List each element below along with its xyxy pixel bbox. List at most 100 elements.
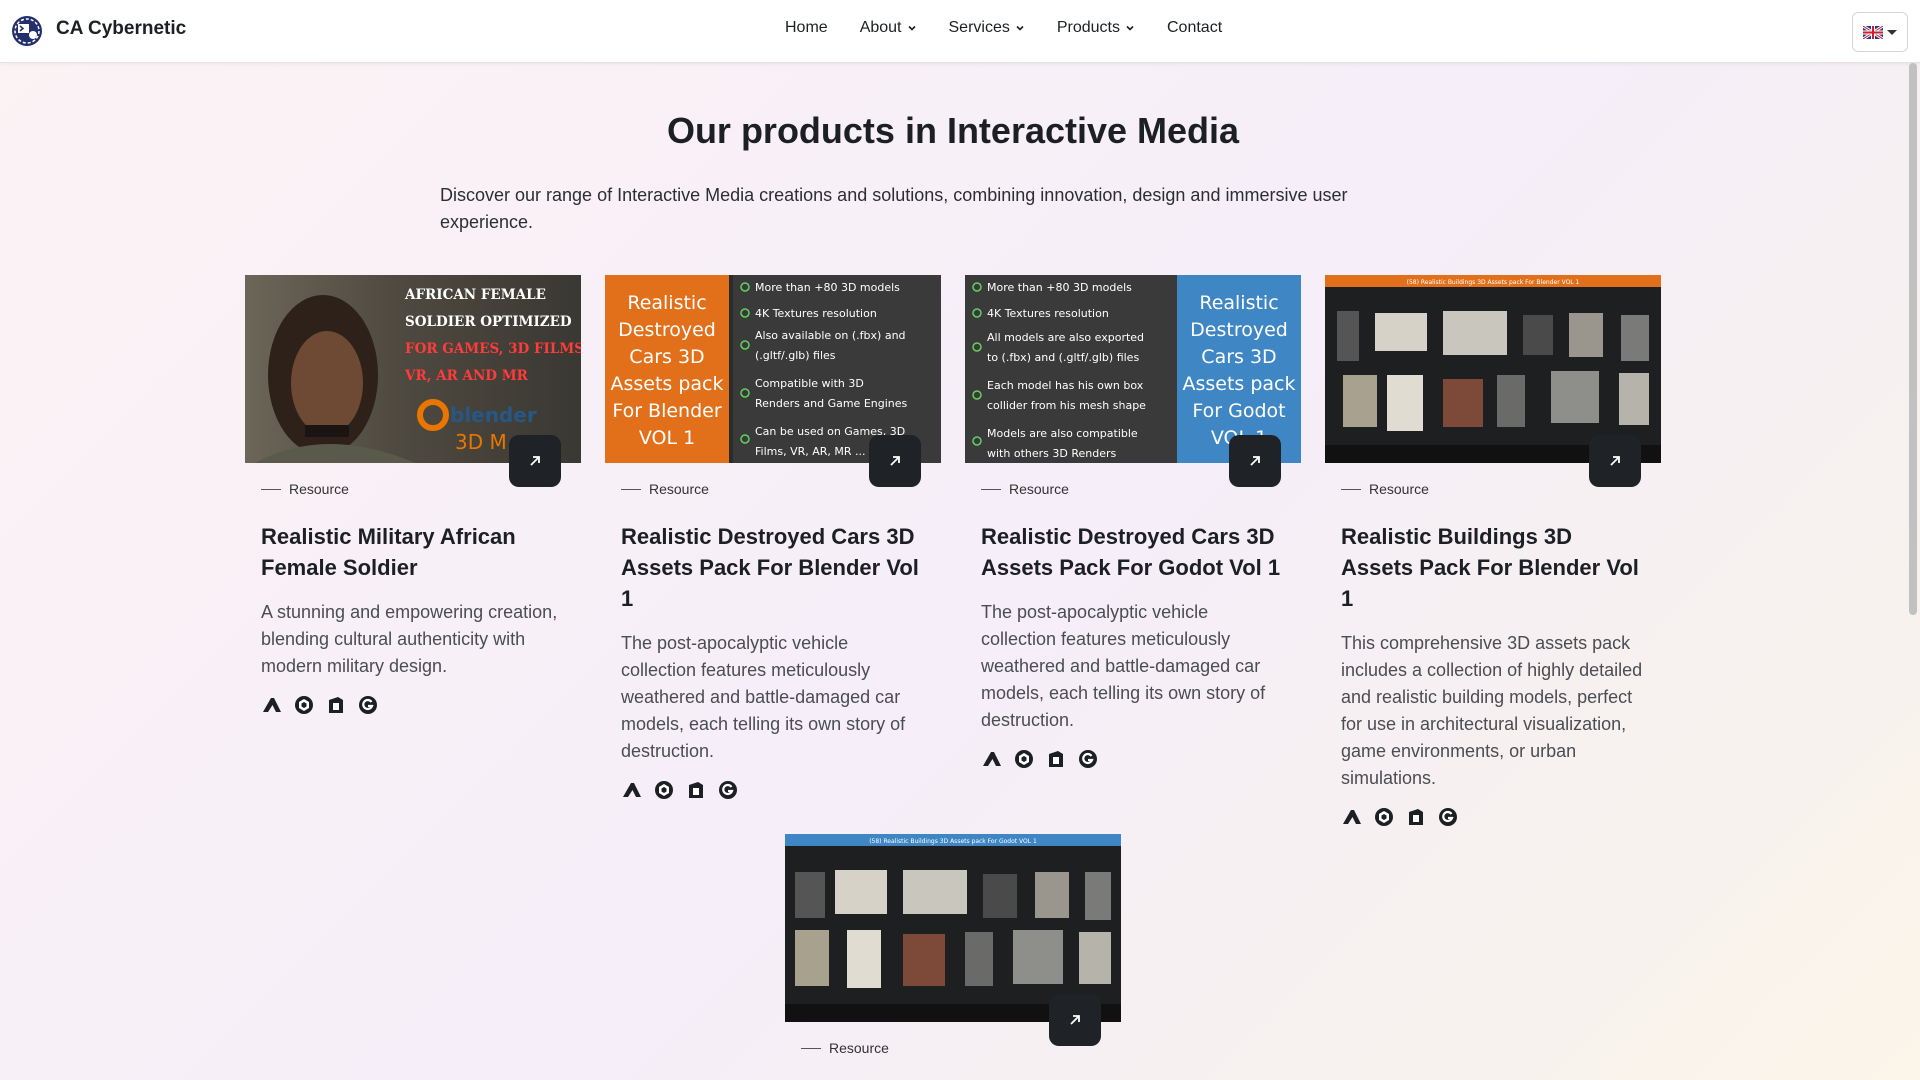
box-icon: [329, 697, 343, 713]
caret-down-icon: [1887, 29, 1897, 35]
thumb-banner: (58) Realistic Buildings 3D Assets pack …: [869, 838, 1037, 845]
thumb-line-3: FOR GAMES, 3D FILMS,: [405, 341, 581, 357]
product-image[interactable]: (58) Realistic Buildings 3D Assets pack …: [785, 834, 1121, 1046]
product-card: Realistic Destroyed Cars 3D Assets pack …: [605, 275, 941, 801]
product-card: AFRICAN FEMALE SOLDIER OPTIMIZED FOR GAM…: [245, 275, 581, 716]
feature-1: More than +80 3D models: [755, 281, 900, 294]
card-title[interactable]: Realistic Buildings 3D Assets Pack For B…: [1341, 521, 1645, 614]
thumb-line-4: VR, AR AND MR: [404, 368, 529, 384]
language-selector[interactable]: [1852, 12, 1908, 52]
product-image[interactable]: More than +80 3D models 4K Textures reso…: [965, 275, 1301, 487]
thumb-brand: blender: [450, 403, 537, 427]
open-product-button[interactable]: [1229, 435, 1281, 487]
software-icons: [261, 694, 565, 716]
godot-icon: [1079, 750, 1097, 768]
page-intro: Discover our range of Interactive Media …: [440, 185, 1348, 232]
software-icons: [981, 748, 1285, 770]
arrow-up-right-icon: [1070, 1015, 1080, 1025]
arrow-up-right-icon: [530, 456, 540, 466]
feature-8: with others 3D Renders: [987, 447, 1116, 460]
nav-home[interactable]: Home: [785, 19, 828, 37]
nav-about-label: About: [859, 19, 902, 36]
nav-products[interactable]: Products: [1057, 19, 1135, 37]
card-title[interactable]: Realistic Destroyed Cars 3D Assets Pack …: [621, 521, 925, 614]
feature-7: Models are also compatible: [987, 427, 1138, 440]
feature-4: to (.fbx) and (.gltf/.glb) files: [987, 351, 1139, 364]
card-description: The post-apocalyptic vehicle collection …: [981, 602, 1266, 730]
nav-about[interactable]: About: [860, 19, 917, 37]
arrow-up-right-icon: [1250, 456, 1260, 466]
panel-line-6: VOL 1: [639, 427, 695, 449]
nav-contact[interactable]: Contact: [1167, 19, 1222, 37]
nav-home-label: Home: [785, 19, 828, 36]
resource-label: Resource: [829, 1040, 889, 1056]
panel-line-4: Assets pack: [1182, 373, 1295, 395]
thumb-banner: (58) Realistic Buildings 3D Assets pack …: [1407, 279, 1580, 286]
scrollbar[interactable]: [1906, 63, 1920, 1080]
scrollbar-thumb[interactable]: [1909, 63, 1917, 615]
resource-label: Resource: [289, 481, 349, 497]
chevron-down-icon: [907, 25, 916, 31]
arrow-up-right-icon: [890, 456, 900, 466]
uk-flag-icon: [1863, 25, 1883, 39]
resource-label: Resource: [1009, 481, 1069, 497]
thumb-brand-sub: 3D M: [455, 430, 507, 454]
brand-name[interactable]: CA Cybernetic: [56, 18, 186, 40]
nav-services-label: Services: [948, 19, 1010, 36]
page-title: Our products in Interactive Media: [666, 110, 1240, 151]
card-title[interactable]: Realistic Military African Female Soldie…: [261, 521, 565, 583]
feature-6: collider from his mesh shape: [987, 399, 1146, 412]
product-image[interactable]: Realistic Destroyed Cars 3D Assets pack …: [605, 275, 941, 487]
open-product-button[interactable]: [1049, 994, 1101, 1046]
unity-icon: [295, 696, 313, 714]
panel-line-1: Realistic: [627, 292, 706, 314]
box-icon: [1049, 751, 1063, 767]
open-product-button[interactable]: [869, 435, 921, 487]
thumb-line-2: SOLDIER OPTIMIZED: [405, 314, 572, 330]
logo-icon[interactable]: [10, 14, 44, 48]
open-product-button[interactable]: [1589, 435, 1641, 487]
unity-icon: [1375, 808, 1393, 826]
product-card: More than +80 3D models 4K Textures reso…: [965, 275, 1301, 770]
resource-label: Resource: [649, 481, 709, 497]
panel-line-4: Assets pack: [610, 373, 723, 395]
card-description: The post-apocalyptic vehicle collection …: [621, 633, 906, 761]
unity-icon: [655, 781, 673, 799]
product-image[interactable]: (58) Realistic Buildings 3D Assets pack …: [1325, 275, 1661, 487]
godot-icon: [1439, 808, 1457, 826]
chevron-down-icon: [1016, 25, 1024, 31]
feature-4: (.gltf/.glb) files: [755, 349, 836, 362]
nav-services[interactable]: Services: [949, 19, 1025, 37]
panel-line-3: Cars 3D: [629, 346, 704, 368]
chevron-down-icon: [1126, 25, 1134, 31]
godot-icon: [359, 696, 377, 714]
autodesk-icon: [1343, 810, 1361, 824]
product-card: (58) Realistic Buildings 3D Assets pack …: [1325, 275, 1661, 828]
panel-line-1: Realistic: [1199, 292, 1278, 314]
product-image[interactable]: AFRICAN FEMALE SOLDIER OPTIMIZED FOR GAM…: [245, 275, 581, 487]
software-icons: [621, 779, 925, 801]
feature-6: Renders and Game Engines: [755, 397, 908, 410]
panel-line-2: Destroyed: [1190, 319, 1288, 341]
feature-5: Each model has his own box: [987, 379, 1144, 392]
card-description: A stunning and empowering creation, blen…: [261, 602, 558, 676]
thumb-line-1: AFRICAN FEMALE: [404, 287, 546, 303]
resource-label: Resource: [1369, 481, 1429, 497]
feature-2: 4K Textures resolution: [755, 307, 877, 320]
nav-contact-label: Contact: [1167, 19, 1223, 36]
card-title[interactable]: Realistic Destroyed Cars 3D Assets Pack …: [981, 521, 1285, 583]
nav-products-label: Products: [1056, 19, 1120, 36]
autodesk-icon: [983, 752, 1001, 766]
feature-8: Films, VR, AR, MR ...: [755, 445, 866, 458]
box-icon: [689, 782, 703, 798]
arrow-up-right-icon: [1610, 456, 1620, 466]
panel-line-5: For Godot: [1192, 400, 1285, 422]
autodesk-icon: [623, 783, 641, 797]
open-product-button[interactable]: [509, 435, 561, 487]
feature-3: All models are also exported: [987, 331, 1144, 344]
autodesk-icon: [263, 698, 281, 712]
product-card: (58) Realistic Buildings 3D Assets pack …: [785, 834, 1121, 1056]
feature-3: Also available on (.fbx) and: [755, 329, 906, 342]
panel-line-2: Destroyed: [618, 319, 716, 341]
main-nav: Home About Services Products Contact: [785, 19, 1254, 37]
